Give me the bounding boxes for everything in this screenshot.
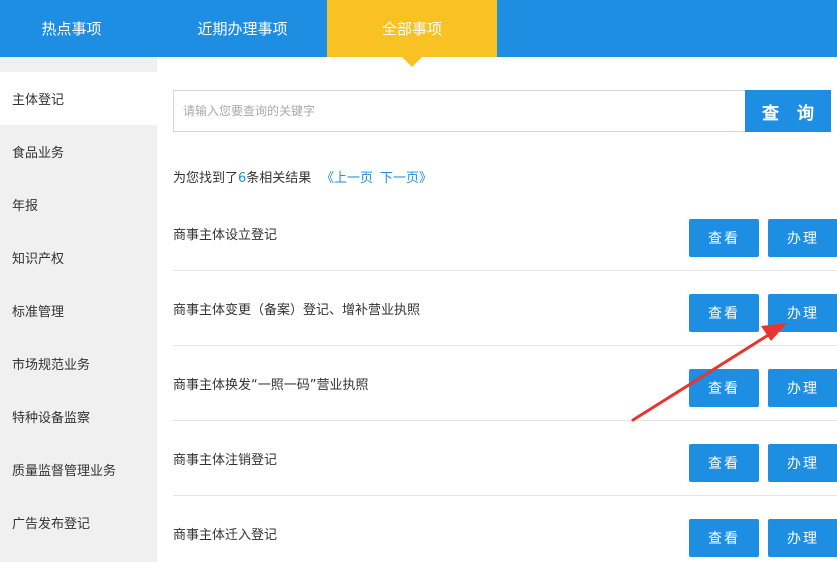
next-page-link[interactable]: 下一页》 [380, 167, 432, 186]
search-button[interactable]: 查 询 [745, 90, 831, 132]
sidebar: 主体登记 食品业务 年报 知识产权 标准管理 市场规范业务 特种设备监察 质量监… [0, 57, 157, 562]
result-row: 商事主体迁入登记 查看 办理 [173, 496, 837, 562]
handle-button[interactable]: 办理 [768, 294, 837, 332]
result-title: 商事主体注销登记 [173, 453, 278, 468]
handle-button[interactable]: 办理 [768, 219, 837, 257]
sidebar-item-annual-report[interactable]: 年报 [0, 178, 157, 231]
sidebar-item-quality-supervision[interactable]: 质量监督管理业务 [0, 443, 157, 496]
handle-button[interactable]: 办理 [768, 519, 837, 557]
result-row: 商事主体换发“一照一码”营业执照 查看 办理 [173, 346, 837, 421]
tab-hot-items[interactable]: 热点事项 [0, 0, 143, 57]
result-title: 商事主体迁入登记 [173, 528, 278, 543]
tab-all-items[interactable]: 全部事项 [327, 0, 497, 57]
sidebar-item-food-business[interactable]: 食品业务 [0, 125, 157, 178]
page-root: 热点事项 近期办理事项 全部事项 主体登记 食品业务 年报 知识产权 标准管理 … [0, 0, 837, 562]
search-input[interactable] [173, 90, 745, 132]
sidebar-item-advertising-registration[interactable]: 广告发布登记 [0, 496, 157, 549]
result-row: 商事主体注销登记 查看 办理 [173, 421, 837, 496]
result-title: 商事主体变更（备案）登记、增补营业执照 [173, 303, 421, 318]
result-suffix: 条相关结果 [246, 171, 312, 186]
sidebar-item-entity-registration[interactable]: 主体登记 [0, 72, 157, 125]
result-title: 商事主体换发“一照一码”营业执照 [173, 378, 369, 393]
handle-button[interactable]: 办理 [768, 369, 837, 407]
result-prefix: 为您找到了 [173, 171, 239, 186]
result-title: 商事主体设立登记 [173, 228, 278, 243]
sidebar-item-intellectual-property[interactable]: 知识产权 [0, 231, 157, 284]
view-button[interactable]: 查看 [689, 219, 759, 257]
result-row: 商事主体变更（备案）登记、增补营业执照 查看 办理 [173, 271, 837, 346]
tab-recent-items[interactable]: 近期办理事项 [165, 0, 320, 57]
handle-button[interactable]: 办理 [768, 444, 837, 482]
sidebar-item-standards-management[interactable]: 标准管理 [0, 284, 157, 337]
sidebar-item-special-equipment[interactable]: 特种设备监察 [0, 390, 157, 443]
view-button[interactable]: 查看 [689, 519, 759, 557]
view-button[interactable]: 查看 [689, 369, 759, 407]
view-button[interactable]: 查看 [689, 444, 759, 482]
result-count-text: 为您找到了6条相关结果 [173, 167, 311, 186]
top-tab-bar: 热点事项 近期办理事项 全部事项 [0, 0, 837, 57]
sidebar-item-market-regulation[interactable]: 市场规范业务 [0, 337, 157, 390]
view-button[interactable]: 查看 [689, 294, 759, 332]
previous-page-link[interactable]: 《上一页 [321, 167, 373, 186]
result-row: 商事主体设立登记 查看 办理 [173, 196, 837, 271]
active-tab-indicator [402, 57, 422, 67]
